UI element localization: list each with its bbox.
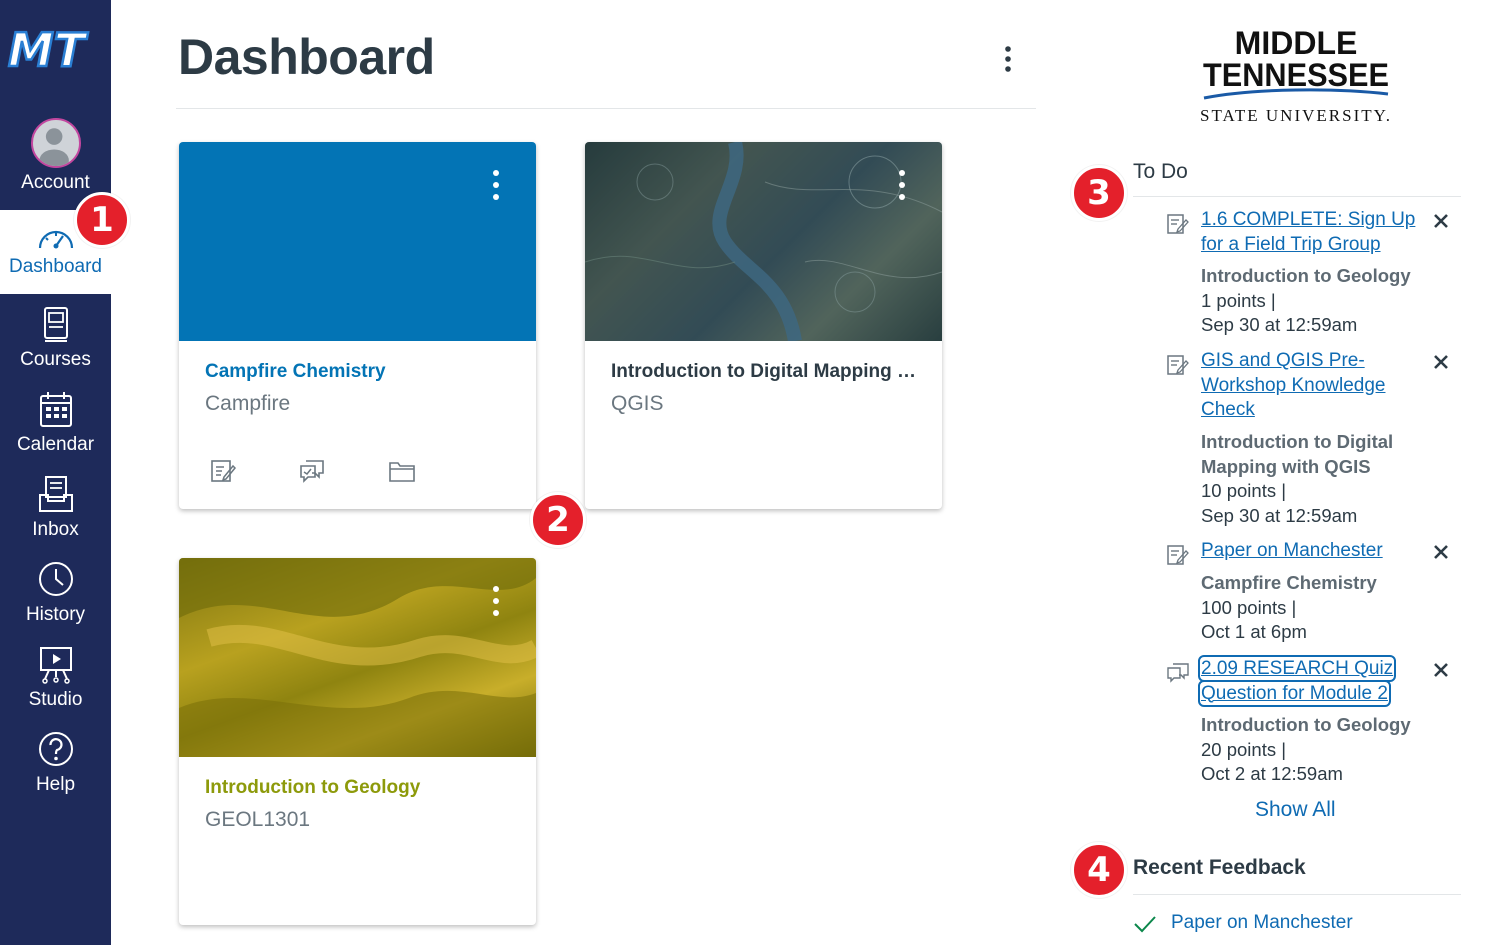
mt-logo[interactable]: MT [6, 16, 104, 88]
feedback-divider [1133, 894, 1461, 895]
svg-text:STATE UNIVERSITY.: STATE UNIVERSITY. [1200, 106, 1392, 125]
assignments-icon[interactable] [209, 457, 237, 485]
todo-link[interactable]: 2.09 RESEARCH Quiz Question for Module 2 [1197, 655, 1421, 707]
nav-history[interactable]: History [0, 560, 111, 644]
files-folder-icon[interactable] [388, 457, 416, 485]
todo-link[interactable]: 1.6 COMPLETE: Sign Up for a Field Trip Gr… [1201, 208, 1421, 257]
svg-text:TENNESSEE: TENNESSEE [1203, 57, 1389, 93]
recent-feedback-heading: Recent Feedback [1133, 856, 1306, 879]
close-icon[interactable] [1432, 661, 1450, 679]
card-options-icon[interactable] [486, 586, 506, 620]
todo-link[interactable]: GIS and QGIS Pre- Workshop Knowledge Check [1201, 349, 1421, 423]
discussion-icon [1167, 663, 1189, 683]
card-options-icon[interactable] [486, 170, 506, 204]
svg-text:MT: MT [8, 23, 89, 77]
assignment-icon [1167, 214, 1189, 234]
nav-label: Help [35, 774, 76, 795]
nav-help[interactable]: Help [0, 730, 111, 814]
show-all-link[interactable]: Show All [1255, 798, 1336, 822]
svg-text:MIDDLE: MIDDLE [1235, 26, 1358, 61]
course-card-hero[interactable] [179, 558, 536, 757]
annotation-badge-1: 1 [74, 192, 130, 248]
nav-account[interactable]: Account [0, 118, 111, 202]
annotation-badge-3: 3 [1071, 165, 1127, 221]
nav-label: Calendar [16, 434, 95, 455]
feedback-link[interactable]: Paper on Manchester [1171, 912, 1353, 934]
page-title: Dashboard [178, 29, 435, 85]
nav-calendar[interactable]: Calendar [0, 390, 111, 474]
calendar-icon [39, 392, 72, 427]
discussions-icon[interactable] [298, 457, 326, 485]
close-icon[interactable] [1432, 212, 1450, 230]
close-icon[interactable] [1432, 353, 1450, 371]
close-icon[interactable] [1432, 543, 1450, 561]
nav-label: Inbox [32, 519, 79, 540]
todo-heading: To Do [1133, 160, 1188, 183]
map-image [585, 142, 942, 341]
nav-label: History [25, 604, 86, 625]
history-icon [38, 562, 73, 596]
course-card-hero[interactable] [585, 142, 942, 341]
todo-meta: Introduction to Geology 20 points | Oct … [1201, 714, 1411, 784]
card-options-icon[interactable] [892, 170, 912, 204]
avatar [30, 118, 81, 168]
assignment-icon [1167, 355, 1189, 375]
course-card-title[interactable]: Campfire Chemistry [205, 361, 518, 383]
courses-icon [43, 307, 68, 342]
course-card-geology[interactable]: Introduction to Geology GEOL1301 [179, 558, 536, 925]
canyon-image [179, 558, 536, 757]
course-card-title[interactable]: Introduction to Digital Mapping w... [611, 361, 924, 383]
dashboard-icon [38, 230, 73, 249]
course-card-title[interactable]: Introduction to Geology [205, 777, 518, 799]
course-card-subtitle: QGIS [611, 392, 664, 415]
todo-meta: Introduction to Digital Mapping with QGI… [1201, 431, 1394, 526]
nav-courses[interactable]: Courses [0, 305, 111, 389]
nav-label: Courses [20, 349, 91, 370]
inbox-icon [38, 476, 73, 512]
header-divider [176, 108, 1036, 109]
course-card-subtitle: GEOL1301 [205, 808, 311, 831]
course-card-campfire-chemistry[interactable]: Campfire Chemistry Campfire [179, 142, 536, 509]
checkmark-icon [1134, 916, 1156, 933]
mtsu-logo: MIDDLE TENNESSEE STATE UNIVERSITY. [1200, 26, 1392, 125]
todo-divider [1133, 196, 1461, 197]
nav-label: Account [21, 172, 90, 193]
nav-label: Studio [28, 689, 83, 710]
annotation-badge-2: 2 [530, 492, 586, 548]
nav-inbox[interactable]: Inbox [0, 475, 111, 559]
todo-link[interactable]: Paper on Manchester [1201, 539, 1421, 564]
nav-label: Dashboard [9, 256, 102, 277]
course-card-hero[interactable] [179, 142, 536, 341]
studio-icon [39, 647, 72, 684]
help-icon [38, 732, 73, 766]
assignment-icon [1167, 545, 1189, 565]
annotation-badge-4: 4 [1071, 842, 1127, 898]
nav-studio[interactable]: Studio [0, 645, 111, 729]
global-nav: MT Account Dashboard Courses Calendar In… [0, 0, 111, 945]
todo-meta: Introduction to Geology 1 points | Sep 3… [1201, 265, 1411, 335]
dashboard-options-icon[interactable] [996, 44, 1020, 76]
course-card-digital-mapping[interactable]: Introduction to Digital Mapping w... QGI… [585, 142, 942, 509]
course-card-subtitle: Campfire [205, 392, 291, 415]
todo-meta: Campfire Chemistry 100 points | Oct 1 at… [1201, 572, 1377, 642]
